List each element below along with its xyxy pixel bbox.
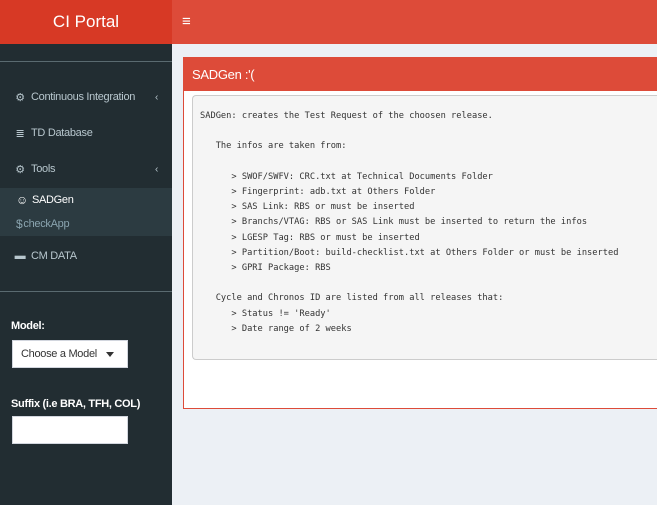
description-line: > GPRI Package: RBS bbox=[200, 263, 331, 274]
database-icon: ≣ bbox=[15, 127, 25, 140]
sidebar-subitem-sadgen[interactable]: ☺ SADGen bbox=[0, 188, 172, 212]
sadgen-box: SADGen :'( SADGen: creates the Test Requ… bbox=[183, 57, 657, 409]
gauge-icon: ⚙ bbox=[15, 91, 25, 104]
sidebar-item-label: CM DATA bbox=[31, 250, 77, 262]
dollar-icon: $ bbox=[16, 217, 23, 231]
description-line: The infos are taken from: bbox=[200, 141, 347, 152]
sidebar-item-continuous-integration[interactable]: ⚙ Continuous Integration ‹ bbox=[0, 84, 172, 110]
sidebar-divider bbox=[0, 291, 172, 292]
description-line: > SWOF/SWFV: CRC.txt at Technical Docume… bbox=[200, 171, 493, 182]
sidebar-item-tools[interactable]: ⚙ Tools ‹ bbox=[0, 156, 172, 182]
sidebar-item-label: TD Database bbox=[31, 127, 93, 139]
description-line: > Branchs/VTAG: RBS or SAS Link must be … bbox=[200, 217, 588, 228]
model-select-value: Choose a Model bbox=[21, 348, 97, 360]
description-line bbox=[200, 124, 657, 139]
description-line bbox=[200, 276, 657, 291]
description-text: SADGen: creates the Test Request of the … bbox=[192, 95, 657, 360]
description-line: SADGen: creates the Test Request of the … bbox=[200, 111, 493, 121]
model-select[interactable]: Choose a Model bbox=[12, 340, 128, 368]
description-line: > Fingerprint: adb.txt at Others Folder bbox=[200, 187, 436, 198]
suffix-label: Suffix (i.e BRA, TFH, COL) bbox=[11, 398, 141, 410]
description-line: > SAS Link: RBS or must be inserted bbox=[200, 202, 415, 213]
sidebar: ⚙ Continuous Integration ‹ ≣ TD Database… bbox=[0, 44, 172, 505]
chevron-left-icon: ‹ bbox=[154, 91, 158, 103]
suffix-input[interactable] bbox=[12, 416, 128, 444]
chevron-left-icon: ‹ bbox=[154, 163, 158, 175]
sidebar-subitem-label: checkApp bbox=[23, 218, 70, 230]
sidebar-subitem-label: SADGen bbox=[31, 194, 74, 206]
description-line: > Status != 'Ready' bbox=[200, 308, 331, 319]
sidebar-subitem-checkapp[interactable]: $ checkApp bbox=[0, 212, 172, 236]
description-line: > LGESP Tag: RBS or must be inserted bbox=[200, 232, 420, 243]
description-line: > Partition/Boot: build-checklist.txt at… bbox=[200, 247, 619, 258]
sidebar-toggle-icon[interactable]: ≡ bbox=[182, 13, 191, 31]
table-icon: ▬ bbox=[14, 250, 26, 262]
description-line bbox=[200, 155, 657, 170]
sidebar-item-label: Tools bbox=[31, 163, 56, 175]
top-navbar: ≡ bbox=[172, 0, 657, 44]
caret-down-icon bbox=[106, 352, 114, 357]
smile-icon: ☺ bbox=[16, 193, 28, 207]
sidebar-item-cm-data[interactable]: ▬ CM DATA bbox=[0, 243, 172, 269]
app-logo[interactable]: CI Portal bbox=[0, 0, 172, 44]
description-line: > Date range of 2 weeks bbox=[200, 323, 352, 334]
sidebar-divider bbox=[0, 61, 172, 62]
box-title: SADGen :'( bbox=[184, 58, 657, 91]
sidebar-item-label: Continuous Integration bbox=[31, 91, 136, 103]
description-line: Cycle and Chronos ID are listed from all… bbox=[200, 293, 504, 304]
model-label: Model: bbox=[11, 320, 45, 332]
sidebar-item-td-database[interactable]: ≣ TD Database bbox=[0, 120, 172, 146]
cogs-icon: ⚙ bbox=[15, 163, 25, 176]
